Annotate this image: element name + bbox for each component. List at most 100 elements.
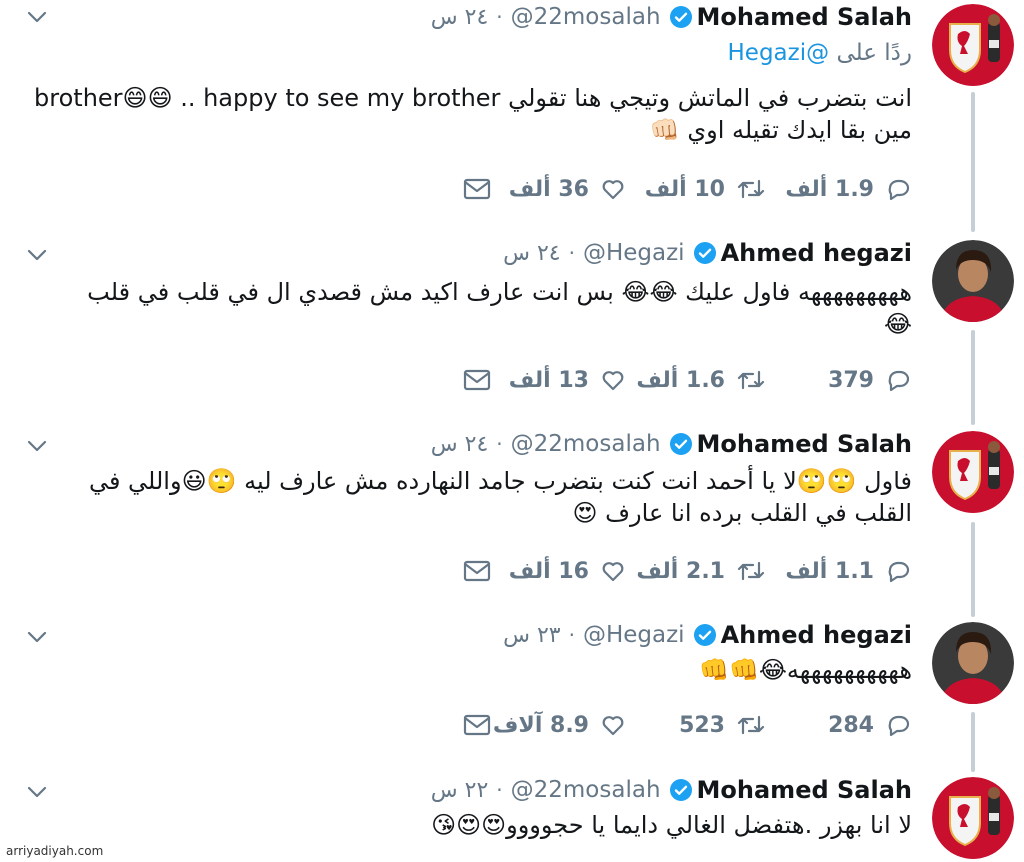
reply-icon [888, 370, 910, 392]
timestamp[interactable]: ٢٢ س [431, 778, 489, 803]
like-button[interactable]: 13 ألف [509, 364, 627, 396]
watermark: arriyadiyah.com [6, 844, 104, 858]
retweet-button[interactable]: 1.6 ألف [636, 364, 767, 396]
avatar[interactable] [932, 777, 1014, 859]
reply-icon [888, 561, 910, 583]
tweet-text-line: ههههههههههه😂👊👊 [699, 656, 912, 684]
tweet-text-line: فاول 🙄🙄لا يا أحمد انت كنت بتضرب جامد الن… [88, 467, 912, 495]
like-count: 16 ألف [508, 558, 589, 584]
tweet-text-line: 😂 [883, 310, 912, 338]
tweet[interactable]: Ahmed hegazi @Hegazi · ٢٤ س هههههههههه ف… [0, 236, 1024, 426]
user-handle[interactable]: @22mosalah [511, 777, 661, 803]
heart-icon [602, 716, 624, 736]
chevron-down-icon[interactable] [26, 781, 48, 803]
heart-icon [602, 562, 624, 582]
retweet-icon [737, 370, 765, 390]
avatar[interactable] [932, 4, 1014, 86]
tweet-header: Mohamed Salah @22mosalah · ٢٢ س [431, 773, 912, 807]
display-name[interactable]: Mohamed Salah [697, 776, 912, 804]
verified-badge-icon [669, 432, 693, 456]
reply-button[interactable]: 1.1 ألف [785, 555, 912, 587]
retweet-button[interactable]: 10 ألف [645, 173, 767, 205]
display-name[interactable]: Ahmed hegazi [721, 239, 912, 267]
verified-badge-icon [669, 5, 693, 29]
tweet-actions: 379 1.6 ألف 13 ألف [450, 364, 912, 396]
avatar[interactable] [932, 240, 1014, 322]
tweet[interactable]: Mohamed Salah @22mosalah · ٢٤ س فاول 🙄🙄ل… [0, 427, 1024, 617]
reply-context: ردًا على @Hegazi [728, 40, 912, 66]
avatar[interactable] [932, 431, 1014, 513]
reply-prefix: ردًا على [836, 40, 912, 66]
envelope-icon [463, 369, 491, 391]
avatar[interactable] [932, 622, 1014, 704]
reply-button[interactable]: 379 [828, 364, 912, 396]
reply-button[interactable]: 1.9 ألف [785, 173, 912, 205]
reply-count: 1.1 ألف [785, 558, 874, 584]
like-count: 8.9 آلاف [492, 712, 589, 738]
tweet-text-line: لا انا بهزر .هتفضل الغالي دايما يا حجووو… [431, 811, 912, 839]
separator-dot: · [496, 5, 503, 29]
direct-message-button[interactable] [462, 364, 492, 396]
tweet-actions: 1.9 ألف 10 ألف 36 ألف [450, 173, 912, 205]
direct-message-button[interactable] [462, 173, 492, 205]
like-button[interactable]: 8.9 آلاف [493, 709, 627, 741]
tweet-text: انت بتضرب في الماتش وتيجي هنا تقولي brot… [34, 82, 912, 146]
heart-icon [602, 371, 624, 391]
reply-button[interactable]: 284 [828, 709, 912, 741]
tweet-actions: 1.1 ألف 2.1 ألف 16 ألف [450, 555, 912, 587]
retweet-icon [737, 715, 765, 735]
like-count: 13 ألف [508, 367, 589, 393]
timestamp[interactable]: ٢٤ س [431, 5, 489, 30]
tweet[interactable]: Mohamed Salah @22mosalah · ٢٢ س لا انا ب… [0, 773, 1024, 862]
like-button[interactable]: 16 ألف [509, 555, 627, 587]
user-handle[interactable]: @Hegazi [583, 622, 685, 648]
tweet-header: Ahmed hegazi @Hegazi · ٢٣ س [503, 618, 912, 652]
retweet-count: 10 ألف [644, 176, 725, 202]
user-handle[interactable]: @22mosalah [511, 4, 661, 30]
chevron-down-icon[interactable] [26, 244, 48, 266]
retweet-count: 1.6 ألف [636, 367, 725, 393]
separator-dot: · [568, 623, 575, 647]
chevron-down-icon[interactable] [26, 626, 48, 648]
tweet-text: هههههههههه فاول عليك 😂😂 بس انت عارف اكيد… [40, 276, 912, 340]
tweet-header: Mohamed Salah @22mosalah · ٢٤ س [431, 427, 912, 461]
envelope-icon [463, 560, 491, 582]
direct-message-button[interactable] [462, 709, 492, 741]
user-handle[interactable]: @Hegazi [583, 240, 685, 266]
reply-icon [888, 179, 910, 201]
reply-mention-link[interactable]: @Hegazi [728, 40, 830, 66]
retweet-button[interactable]: 2.1 ألف [636, 555, 767, 587]
chevron-down-icon[interactable] [26, 6, 48, 28]
retweet-count: 523 [679, 712, 725, 738]
envelope-icon [463, 714, 491, 736]
tweet-text: فاول 🙄🙄لا يا أحمد انت كنت بتضرب جامد الن… [40, 465, 912, 529]
tweet-actions: 284 523 8.9 آلاف [450, 709, 912, 741]
tweet[interactable]: Mohamed Salah @22mosalah · ٢٤ س ردًا على… [0, 0, 1024, 230]
separator-dot: · [496, 432, 503, 456]
separator-dot: · [568, 241, 575, 265]
display-name[interactable]: Ahmed hegazi [721, 621, 912, 649]
reply-icon [888, 715, 910, 737]
reply-count: 379 [828, 367, 874, 393]
tweet[interactable]: Ahmed hegazi @Hegazi · ٢٣ س ههههههههههه😂… [0, 618, 1024, 768]
heart-icon [602, 180, 624, 200]
display-name[interactable]: Mohamed Salah [697, 3, 912, 31]
like-count: 36 ألف [508, 176, 589, 202]
reply-count: 284 [828, 712, 874, 738]
like-button[interactable]: 36 ألف [509, 173, 627, 205]
retweet-button[interactable]: 523 [679, 709, 767, 741]
timestamp[interactable]: ٢٤ س [503, 241, 561, 266]
user-handle[interactable]: @22mosalah [511, 431, 661, 457]
timestamp[interactable]: ٢٤ س [431, 432, 489, 457]
tweet-text-line: هههههههههه فاول عليك 😂😂 بس انت عارف اكيد… [87, 278, 912, 306]
tweet-text: لا انا بهزر .هتفضل الغالي دايما يا حجووو… [40, 809, 912, 841]
tweet-text-line: مين بقا ايدك تقيله اوي 👊🏻 [649, 116, 912, 144]
timestamp[interactable]: ٢٣ س [503, 623, 561, 648]
tweet-header: Ahmed hegazi @Hegazi · ٢٤ س [503, 236, 912, 270]
direct-message-button[interactable] [462, 555, 492, 587]
chevron-down-icon[interactable] [26, 435, 48, 457]
display-name[interactable]: Mohamed Salah [697, 430, 912, 458]
tweet-header: Mohamed Salah @22mosalah · ٢٤ س [431, 0, 912, 34]
tweet-text-line: القلب في القلب برده انا عارف 😍 [572, 499, 912, 527]
verified-badge-icon [669, 778, 693, 802]
